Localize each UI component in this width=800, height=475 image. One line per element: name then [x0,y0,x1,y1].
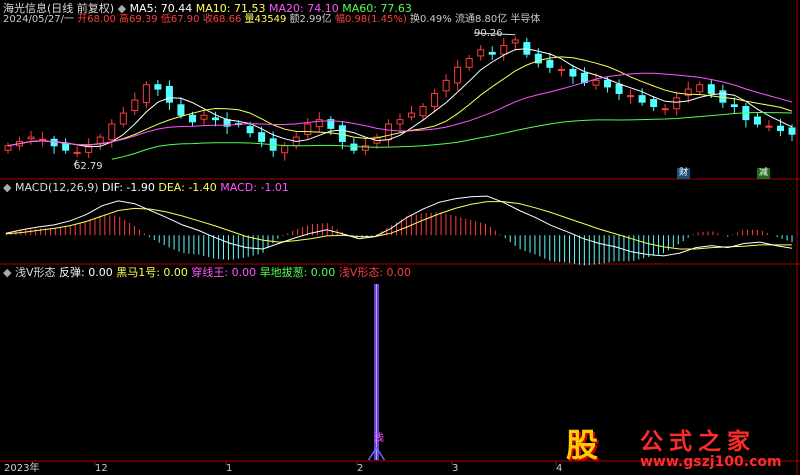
quote-float: 流通8.80亿 [454,14,508,25]
candle-body [188,114,196,123]
candle-body [673,97,681,110]
candle-body [604,79,612,88]
macd-settings-icon[interactable]: ◆ [3,181,11,194]
indicator-settings-icon[interactable]: ◆ [3,266,11,279]
candle-body [96,136,104,144]
candle-body [39,138,47,141]
quote-close: 收68.66 [202,14,242,25]
candle-body [615,83,623,94]
candle-body [776,125,784,132]
quote-sector: 半导体 [510,14,541,25]
candle-body [707,84,715,94]
candle-body [73,151,81,154]
indicator-chuanxian: 穿线王: 0.00 [191,266,257,279]
candle-body [142,84,150,104]
time-axis-label: 1 [226,463,233,474]
candle-body [258,132,266,142]
candle-body [119,112,127,125]
quote-change: 幅0.98(1.45%) [334,14,407,25]
indicator-title: 浅V形态 [14,266,56,279]
candle-body [350,143,358,151]
candle-body [719,90,727,103]
candle-body [408,112,416,118]
candle-body [557,68,565,71]
candle-body [131,99,139,111]
watermark-glyph: 股 [566,426,599,464]
quote-open: 开68.00 [77,14,116,25]
candle-body [177,104,185,116]
candle-body [419,106,427,117]
candle-body [753,116,761,125]
reduce-badge[interactable]: 减 [757,168,770,179]
candle-body [246,126,254,134]
indicator-fantan: 反弹: 0.00 [59,266,113,279]
quote-low: 低67.90 [160,14,200,25]
candle-body [730,104,738,108]
quote-turnover: 换0.49% [410,14,452,25]
time-axis-label: 2023年 [4,463,40,474]
candle-body [638,95,646,103]
candle-body [281,145,289,154]
candle-body [627,95,635,98]
earnings-badge[interactable]: 财 [677,168,690,179]
time-axis-label: 12 [95,463,108,474]
high-price-label: 90.26 [474,28,503,39]
candle-body [396,119,404,125]
candle-body [650,99,658,108]
candle-body [384,123,392,141]
candle-body [569,68,577,77]
macd-dif-line [5,195,793,257]
candle-body [500,44,508,55]
candle-body [546,59,554,68]
candle-body [454,66,462,84]
candle-body [592,79,600,86]
candle-body [431,92,439,108]
candle-body [165,85,173,103]
candle-body [488,51,496,55]
macd-title: MACD(12,26,9) [14,181,99,194]
candle-body [765,125,773,128]
candle-body [27,136,35,140]
quote-high: 高69.39 [119,14,158,25]
time-axis-label: 2 [357,463,364,474]
candle-body [154,84,162,90]
signal-label: 浅 [374,433,384,444]
candle-body [338,125,346,142]
watermark-url: www.gszj100.com [640,454,782,470]
stock-chart-canvas[interactable] [0,0,800,475]
candle-body [696,84,704,93]
candle-body [212,117,220,121]
candle-body [511,39,519,44]
candle-body [477,49,485,57]
candle-body [108,123,116,141]
indicator-handi: 旱地拔葱: 0.00 [259,266,336,279]
candle-body [442,79,450,92]
watermark-brand: 公式之家 [640,428,756,455]
indicator-qianv: 浅V形态: 0.00 [338,266,412,279]
candle-body [304,123,312,135]
macd-value: MACD: -1.01 [220,181,289,194]
candle-body [580,72,588,84]
watermark-logo: 股 公式之家 www.gszj100.com [558,418,800,475]
macd-dea-line [5,201,792,250]
quote-amount: 额2.99亿 [289,14,332,25]
quote-date: 2024/05/27/一 [3,14,75,25]
candle-body [465,58,473,68]
candle-body [4,145,12,151]
time-axis-label: 3 [452,463,459,474]
candle-body [788,127,796,135]
low-price-label: 62.79 [74,161,103,172]
quote-volume: 量43549 [244,14,287,25]
macd-dea: DEA: -1.40 [158,181,217,194]
candle-body [200,114,208,120]
candle-body [661,108,669,111]
indicator-heima: 黑马1号: 0.00 [116,266,188,279]
candle-body [62,142,70,151]
macd-dif: DIF: -1.90 [102,181,155,194]
